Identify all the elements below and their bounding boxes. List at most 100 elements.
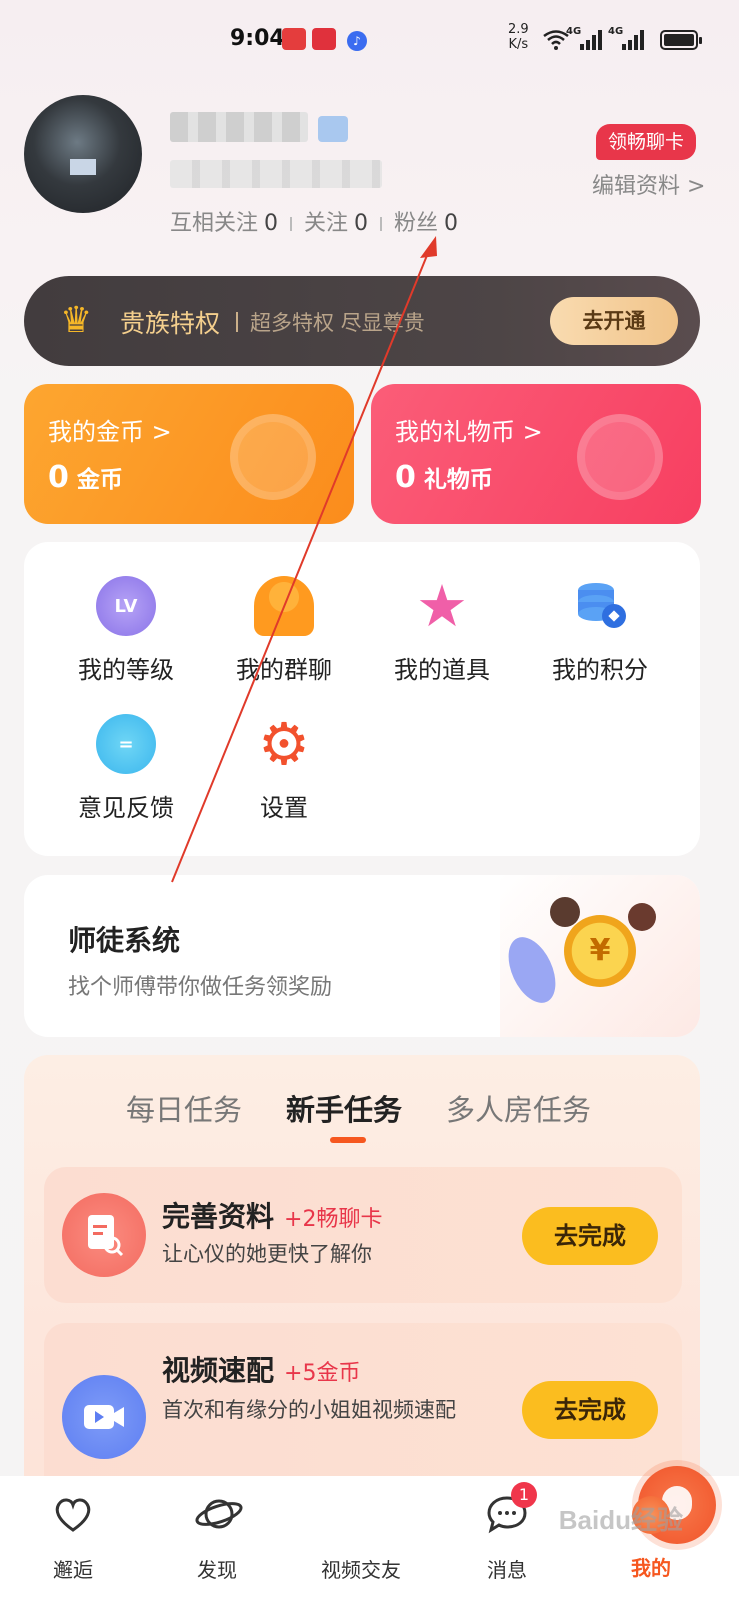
grid-item-props[interactable]: ★ 我的道具 xyxy=(362,572,522,685)
gold-coin-card[interactable]: 我的金币 > 0 金币 xyxy=(24,384,354,524)
mentor-title: 师徒系统 xyxy=(68,924,181,957)
user-id-blurred xyxy=(170,160,382,188)
nav-label: 视频交友 xyxy=(321,1558,401,1582)
message-icon: 1 xyxy=(485,1482,537,1536)
heart-icon xyxy=(51,1492,95,1536)
nav-label: 发现 xyxy=(197,1558,237,1582)
gold-coin-title: 我的金币 > xyxy=(48,418,172,446)
gear-icon: ⚙ xyxy=(258,710,310,778)
chat-card-badge[interactable]: 领畅聊卡 xyxy=(596,124,697,160)
fans-count: 0 xyxy=(444,211,459,236)
mutual-follow-label: 互相关注 xyxy=(170,211,259,236)
tab-daily-tasks[interactable]: 每日任务 xyxy=(126,1087,242,1129)
unread-badge: 1 xyxy=(511,1482,537,1508)
vip-activate-button[interactable]: 去开通 xyxy=(550,297,678,345)
edit-profile-link[interactable]: 编辑资料 > xyxy=(592,168,705,200)
group-chat-icon xyxy=(254,576,314,636)
grid-item-settings[interactable]: ⚙ 设置 xyxy=(204,710,364,823)
vip-title: 贵族特权 xyxy=(120,309,221,338)
signal-icon: 4G xyxy=(608,26,644,50)
task-title: 完善资料 xyxy=(162,1200,275,1233)
gold-coin-value-row: 0 金币 xyxy=(48,460,123,495)
fans-stat[interactable]: 粉丝 0 xyxy=(394,211,458,236)
complete-task-button[interactable]: 去完成 xyxy=(522,1381,658,1439)
mutual-follow-stat[interactable]: 互相关注 0 xyxy=(170,211,278,236)
sim1-label: 4G xyxy=(566,26,582,37)
coin-decor-icon xyxy=(230,414,316,500)
status-time: 9:04 xyxy=(230,26,285,51)
grid-item-feedback[interactable]: = 意见反馈 xyxy=(46,714,206,823)
status-bar: 9:04 ♪ 2.9 K/s 4G 4G xyxy=(0,0,739,80)
leaf-decor xyxy=(499,929,565,1011)
points-database-icon xyxy=(570,576,630,636)
nav-item-video-match[interactable]: 视频交友 xyxy=(316,1466,716,1583)
mentor-system-card[interactable]: 师徒系统 找个师傅带你做任务领奖励 ¥ xyxy=(24,875,700,1037)
nav-item-discover[interactable]: 发现 xyxy=(172,1492,262,1583)
grid-item-level[interactable]: LV 我的等级 xyxy=(46,576,206,685)
task-panel: 每日任务 新手任务 多人房任务 完善资料 +2畅聊卡 让心仪的她更快了解你 去完成… xyxy=(24,1055,700,1515)
app-notification-icon xyxy=(282,28,306,50)
star-icon: ★ xyxy=(416,572,468,640)
follow-stats: 互相关注 0 关注 0 粉丝 0 xyxy=(170,205,458,237)
following-label: 关注 xyxy=(304,211,349,236)
nav-label: 消息 xyxy=(487,1558,527,1582)
grid-item-points[interactable]: 我的积分 xyxy=(520,576,680,685)
nav-item-encounter[interactable]: 邂逅 xyxy=(28,1492,118,1583)
divider xyxy=(380,217,383,231)
gift-coin-value: 0 xyxy=(395,460,416,495)
feedback-bubble-icon: = xyxy=(96,714,156,774)
divider xyxy=(236,312,238,332)
crown-icon: ♛ xyxy=(60,300,93,341)
following-stat[interactable]: 关注 0 xyxy=(304,211,368,236)
divider xyxy=(290,217,293,231)
tab-multi-room-tasks[interactable]: 多人房任务 xyxy=(446,1087,591,1129)
grid-item-label: 我的群聊 xyxy=(236,656,332,684)
grid-item-label: 我的积分 xyxy=(552,656,648,684)
task-title-row: 完善资料 +2畅聊卡 xyxy=(162,1195,382,1235)
grid-item-group-chat[interactable]: 我的群聊 xyxy=(204,576,364,685)
yuan-coin-icon: ¥ xyxy=(564,915,636,987)
feature-grid: LV 我的等级 我的群聊 ★ 我的道具 我的积分 = 意见反馈 ⚙ 设置 xyxy=(24,542,700,856)
signal-icon: 4G xyxy=(566,26,602,50)
nav-label: 邂逅 xyxy=(53,1558,93,1582)
sim2-label: 4G xyxy=(608,26,624,37)
task-title: 视频速配 xyxy=(162,1354,275,1387)
gift-coin-unit: 礼物币 xyxy=(423,467,493,493)
person-icon xyxy=(550,897,580,927)
fans-label: 粉丝 xyxy=(394,211,439,236)
tab-newbie-tasks[interactable]: 新手任务 xyxy=(286,1087,402,1129)
planet-icon xyxy=(195,1492,243,1536)
active-tab-indicator xyxy=(330,1137,366,1143)
person-icon xyxy=(628,903,656,931)
task-reward: +2畅聊卡 xyxy=(284,1207,383,1232)
task-reward: +5金币 xyxy=(284,1361,361,1386)
mentor-subtitle: 找个师傅带你做任务领奖励 xyxy=(68,975,333,1000)
network-speed-value: 2.9 xyxy=(508,22,529,37)
grid-item-label: 我的道具 xyxy=(394,656,490,684)
watermark: Baidu经验 xyxy=(558,1505,683,1535)
grid-item-label: 意见反馈 xyxy=(78,794,174,822)
app-notification-icon xyxy=(312,28,336,50)
gift-coin-title: 我的礼物币 > xyxy=(395,418,543,446)
task-description: 让心仪的她更快了解你 xyxy=(162,1242,372,1266)
profile-document-icon xyxy=(62,1193,146,1277)
gift-coin-card[interactable]: 我的礼物币 > 0 礼物币 xyxy=(371,384,701,524)
grid-item-label: 我的等级 xyxy=(78,656,174,684)
vip-banner[interactable]: ♛ 贵族特权 超多特权 尽显尊贵 去开通 xyxy=(24,276,700,366)
verified-icon xyxy=(318,116,348,142)
gift-coin-value-row: 0 礼物币 xyxy=(395,460,493,495)
nav-item-messages[interactable]: 1 消息 xyxy=(462,1482,552,1583)
grid-item-label: 设置 xyxy=(260,794,308,822)
username-blurred xyxy=(170,112,308,142)
music-icon: ♪ xyxy=(347,31,367,51)
task-title-row: 视频速配 +5金币 xyxy=(162,1349,360,1389)
lv-badge-icon: LV xyxy=(96,576,156,636)
bottom-nav: 邂逅 发现 视频交友 1 消息 我的 Baidu经验 xyxy=(0,1466,739,1600)
vip-subtitle: 超多特权 尽显尊贵 xyxy=(250,311,425,335)
video-camera-icon xyxy=(62,1375,146,1459)
nav-label: 我的 xyxy=(631,1556,671,1580)
task-item: 完善资料 +2畅聊卡 让心仪的她更快了解你 去完成 xyxy=(44,1167,682,1303)
avatar[interactable] xyxy=(24,95,142,213)
complete-task-button[interactable]: 去完成 xyxy=(522,1207,658,1265)
gift-decor-icon xyxy=(577,414,663,500)
